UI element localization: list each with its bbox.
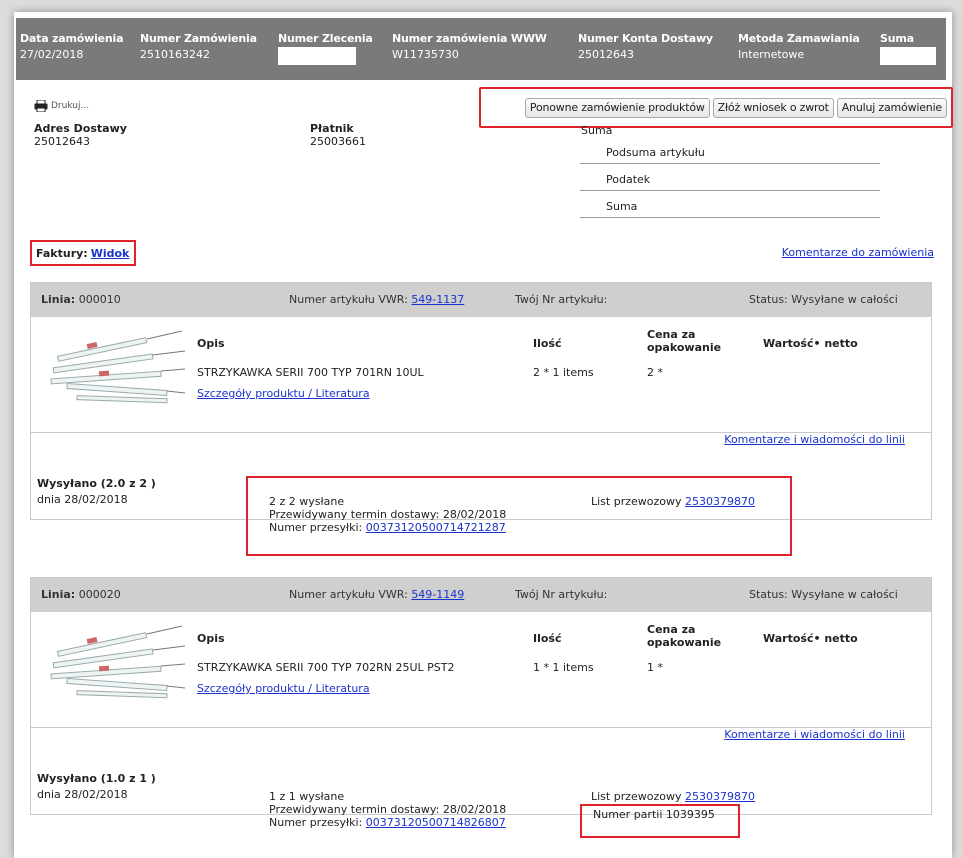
invoices: Faktury: Widok bbox=[30, 240, 136, 266]
return-request-button[interactable]: Złóż wniosek o zwrot bbox=[712, 97, 834, 118]
order-header: Data zamówienia 27/02/2018 Numer Zamówie… bbox=[16, 18, 946, 80]
syringe-product-image bbox=[50, 625, 186, 699]
invoices-label: Faktury: bbox=[36, 246, 88, 260]
order-comments-link[interactable]: Komentarze do zamówienia bbox=[782, 246, 934, 259]
header-col-order-method: Metoda Zamawiania Internetowe bbox=[738, 32, 860, 61]
summary-row-subtotal: Podsuma artykułu bbox=[580, 140, 880, 164]
quantity: 1 * 1 items bbox=[533, 661, 594, 674]
waybill-link[interactable]: 2530379870 bbox=[685, 790, 755, 803]
batch-highlight bbox=[580, 804, 740, 838]
shipment-info: Wysyłano (1.0 z 1 ) dnia 28/02/2018 1 z … bbox=[37, 772, 756, 829]
invoices-view-link[interactable]: Widok bbox=[91, 247, 130, 260]
print-link[interactable]: Drukuj... bbox=[34, 99, 90, 113]
summary-row-total: Suma bbox=[580, 194, 880, 218]
summary-title: Suma bbox=[581, 124, 613, 137]
header-col-web-order-number: Numer zamówienia WWW W11735730 bbox=[392, 32, 547, 61]
vwr-article-link[interactable]: 549-1149 bbox=[411, 588, 464, 601]
summary-row-tax: Podatek bbox=[580, 167, 880, 191]
delivery-address: Adres Dostawy 25012643 bbox=[34, 122, 127, 148]
tracking-number-link[interactable]: 00373120500714826807 bbox=[366, 816, 506, 829]
product-details-link[interactable]: Szczegóły produktu / Literatura bbox=[197, 682, 370, 695]
printer-icon bbox=[34, 99, 48, 113]
print-label: Drukuj... bbox=[51, 101, 90, 111]
header-col-order-number: Numer Zamówienia 2510163242 bbox=[140, 32, 257, 61]
order-line: Linia: 000020 Numer artykułu VWR: 549-11… bbox=[30, 577, 932, 829]
commission-number-field bbox=[278, 47, 356, 65]
total-field bbox=[880, 47, 936, 65]
syringe-product-image bbox=[50, 330, 186, 404]
cancel-order-button[interactable]: Anuluj zamówienie bbox=[836, 97, 947, 118]
line-body: Opis Ilość Cena za opakowanie Wartość• ne… bbox=[31, 612, 931, 728]
product-details-link[interactable]: Szczegóły produktu / Literatura bbox=[197, 387, 370, 400]
header-col-total: Suma bbox=[880, 32, 936, 65]
header-col-order-date: Data zamówienia 27/02/2018 bbox=[20, 32, 124, 61]
reorder-button[interactable]: Ponowne zamówienie produktów bbox=[524, 97, 710, 118]
vwr-article-link[interactable]: 549-1137 bbox=[411, 293, 464, 306]
line-body: Opis Ilość Cena za opakowanie Wartość• ne… bbox=[31, 317, 931, 433]
product-description: STRZYKAWKA SERII 700 TYP 701RN 10UL bbox=[197, 366, 424, 379]
product-description: STRZYKAWKA SERII 700 TYP 702RN 25UL PST2 bbox=[197, 661, 455, 674]
header-col-commission-number: Numer Zlecenia bbox=[278, 32, 373, 65]
order-actions: Ponowne zamówienie produktów Złóż wniose… bbox=[479, 87, 953, 128]
header-col-delivery-account: Numer Konta Dostawy 25012643 bbox=[578, 32, 713, 61]
unit-price: 2 * bbox=[647, 366, 663, 379]
payer: Płatnik 25003661 bbox=[310, 122, 366, 148]
line-header: Linia: 000020 Numer artykułu VWR: 549-11… bbox=[31, 578, 931, 612]
line-header: Linia: 000010 Numer artykułu VWR: 549-11… bbox=[31, 283, 931, 317]
unit-price: 1 * bbox=[647, 661, 663, 674]
shipment-highlight bbox=[246, 476, 792, 556]
quantity: 2 * 1 items bbox=[533, 366, 594, 379]
